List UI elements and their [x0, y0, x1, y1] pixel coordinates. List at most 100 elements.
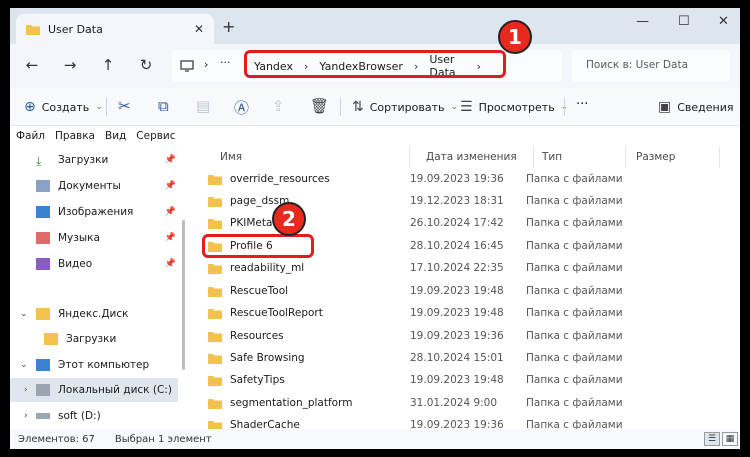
sidebar-item-images[interactable]: Изображения 📌 [10, 200, 178, 224]
sidebar-item-local-disk-c[interactable]: › Локальный диск (C:) [10, 378, 178, 402]
table-row[interactable]: Safe Browsing 28.10.2024 15:01 Папка с ф… [208, 347, 728, 369]
chevron-down-icon: ⌄ [20, 309, 28, 319]
drive-icon [36, 384, 50, 396]
menu-file[interactable]: Файл [16, 130, 45, 142]
details-pane-icon: ▣ [658, 99, 672, 115]
menu-view[interactable]: Вид [105, 130, 126, 142]
sidebar-item-label: Музыка [58, 232, 100, 244]
sidebar-scrollbar[interactable] [182, 220, 185, 370]
column-header-name[interactable]: ⌃ Имя [214, 146, 410, 168]
rename-icon[interactable]: Ⓐ [234, 97, 249, 118]
sidebar-item-label: soft (D:) [58, 410, 101, 422]
close-window-button[interactable]: ✕ [718, 14, 729, 29]
computer-icon [36, 359, 50, 371]
chevron-right-icon: › [24, 411, 28, 421]
sidebar-item-label: Документы [58, 180, 121, 192]
create-button[interactable]: ⊕ Создать ⌄ [24, 99, 103, 115]
details-button[interactable]: ▣ Сведения [658, 99, 734, 115]
title-bar: User Data ✕ + — ☐ ✕ [10, 8, 740, 44]
divider [106, 98, 107, 116]
tab-user-data[interactable]: User Data ✕ [16, 14, 214, 44]
chevron-down-icon: ⌄ [20, 360, 28, 370]
column-header-type[interactable]: Тип [536, 146, 626, 168]
navigation-pane: ⤓ Загрузки 📌 Документы 📌 Изображения 📌 М… [10, 146, 186, 429]
view-button[interactable]: ☰ Просмотреть ⌄ [460, 99, 568, 115]
more-crumbs-button[interactable]: ··· [220, 56, 231, 69]
menu-bar: Файл Правка Вид Сервис [10, 126, 740, 146]
sidebar-item-music[interactable]: Музыка 📌 [10, 226, 178, 250]
chevron-down-icon: ⌄ [95, 102, 103, 112]
sidebar-item-label: Яндекс.Диск [58, 308, 129, 320]
delete-icon[interactable]: 🗑 [310, 97, 329, 115]
folder-icon [26, 24, 40, 35]
table-row[interactable]: segmentation_platform 31.01.2024 9:00 Па… [208, 392, 728, 414]
sidebar-item-yandex-downloads[interactable]: Загрузки [10, 327, 178, 351]
share-icon[interactable]: ⇪ [272, 97, 285, 115]
view-list-icon: ☰ [460, 99, 473, 115]
status-bar: Элементов: 67 Выбран 1 элемент ☰ ▦ [10, 429, 740, 449]
divider [340, 98, 341, 116]
details-view-icon[interactable]: ☰ [704, 432, 720, 446]
sidebar-item-label: Этот компьютер [58, 359, 150, 371]
sidebar-item-documents[interactable]: Документы 📌 [10, 174, 178, 198]
divider [564, 98, 565, 116]
breadcrumb-highlight [244, 50, 506, 78]
table-row[interactable]: Resources 19.09.2023 19:36 Папка с файла… [208, 325, 728, 347]
selected-row-highlight [202, 234, 314, 258]
tiles-view-icon[interactable]: ▦ [722, 432, 738, 446]
pin-icon: 📌 [164, 155, 176, 165]
sidebar-item-label: Видео [58, 258, 93, 270]
folder-icon [208, 218, 222, 229]
sidebar-item-this-pc[interactable]: ⌄ Этот компьютер [10, 353, 178, 377]
step-badge-1: 1 [498, 20, 532, 54]
minimize-button[interactable]: — [636, 14, 649, 29]
forward-button[interactable]: → [60, 56, 80, 74]
table-row[interactable]: readability_ml 17.10.2024 22:35 Папка с … [208, 257, 728, 279]
table-row[interactable]: RescueTool 19.09.2023 19:48 Папка с файл… [208, 280, 728, 302]
table-row[interactable]: ShaderCache 19.09.2023 19:36 Папка с фай… [208, 414, 728, 429]
column-header-date[interactable]: Дата изменения [420, 146, 534, 168]
music-icon [36, 232, 50, 244]
sidebar-item-label: Загрузки [66, 333, 117, 345]
image-icon [36, 206, 50, 218]
back-button[interactable]: ← [22, 56, 42, 74]
command-bar: ⊕ Создать ⌄ ✂ ⧉ ▤ Ⓐ ⇪ 🗑 ⇅ Сортировать ⌄ … [10, 88, 740, 126]
sidebar-item-label: Загрузки [58, 154, 109, 166]
sidebar-item-downloads[interactable]: ⤓ Загрузки 📌 [10, 148, 178, 172]
folder-icon [208, 331, 222, 342]
folder-icon [208, 398, 222, 409]
new-tab-button[interactable]: + [222, 17, 235, 36]
sidebar-item-soft-d[interactable]: › soft (D:) [10, 404, 178, 428]
paste-icon[interactable]: ▤ [196, 97, 210, 115]
pin-icon: 📌 [164, 259, 176, 269]
menu-edit[interactable]: Правка [55, 130, 95, 142]
copy-icon[interactable]: ⧉ [158, 97, 169, 115]
drive-icon [36, 413, 50, 419]
sidebar-item-video[interactable]: Видео 📌 [10, 252, 178, 276]
cut-icon[interactable]: ✂ [118, 97, 131, 115]
tab-title: User Data [48, 22, 103, 36]
more-options-button[interactable]: ··· [576, 97, 588, 112]
table-row[interactable]: SafetyTips 19.09.2023 19:48 Папка с файл… [208, 369, 728, 391]
refresh-button[interactable]: ↻ [136, 56, 156, 74]
selection-count: Выбран 1 элемент [114, 433, 212, 445]
plus-circle-icon: ⊕ [24, 99, 36, 115]
table-row[interactable]: RescueToolReport 19.09.2023 19:48 Папка … [208, 302, 728, 324]
download-icon: ⤓ [36, 154, 42, 168]
folder-icon [208, 196, 222, 207]
folder-icon [208, 420, 222, 429]
file-list: ⌃ Имя Дата изменения Тип Размер override… [190, 146, 740, 429]
table-row[interactable]: override_resources 19.09.2023 19:36 Папк… [208, 168, 728, 190]
sidebar-item-yandex-disk[interactable]: ⌄ Яндекс.Диск [10, 302, 178, 326]
chevron-right-icon: › [204, 58, 209, 71]
tab-close-icon[interactable]: ✕ [194, 22, 204, 36]
sidebar-item-label: Локальный диск (C:) [58, 384, 172, 396]
up-button[interactable]: ↑ [98, 56, 118, 74]
folder-icon [208, 353, 222, 364]
sort-button[interactable]: ⇅ Сортировать ⌄ [352, 99, 458, 115]
maximize-button[interactable]: ☐ [678, 14, 690, 29]
menu-tools[interactable]: Сервис [136, 130, 175, 142]
search-input[interactable]: Поиск в: User Data [572, 50, 730, 82]
file-explorer-window: User Data ✕ + — ☐ ✕ ← → ↑ ↻ › ··· Yandex… [10, 8, 740, 449]
column-header-size[interactable]: Размер [630, 146, 720, 168]
